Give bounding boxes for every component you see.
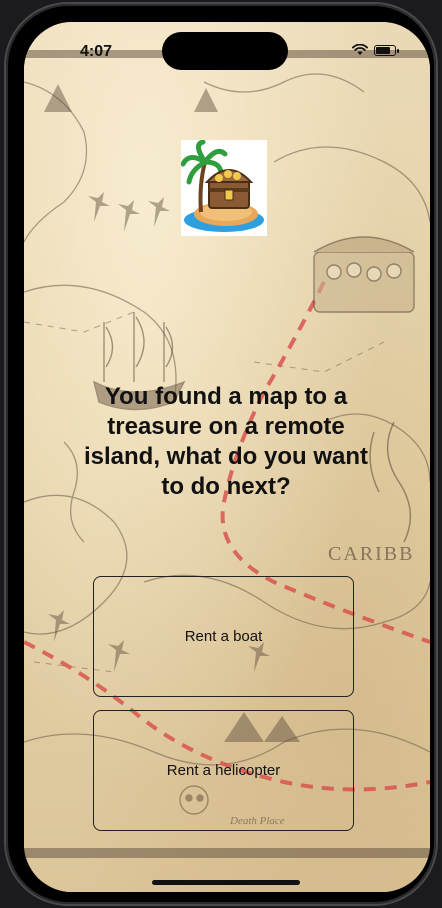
map-label-caribbean: CARIBB [328, 543, 414, 565]
story-text: You found a map to a treasure on a remot… [83, 383, 368, 500]
device-background: CARIBB Death Place 4:07 You found a map … [0, 0, 442, 908]
choice-2-label: Rent a helicopter [166, 762, 281, 779]
choice-1-label: Rent a boat [184, 628, 263, 645]
status-time: 4:07 [80, 43, 113, 60]
choice-1-button[interactable]: Rent a boat [93, 576, 354, 697]
choice-2-button[interactable]: Rent a helicopter [93, 710, 354, 831]
status-bar: 4:07 [24, 22, 430, 76]
battery-level-fill [376, 46, 391, 54]
treasure-island-logo [180, 139, 267, 236]
dynamic-island [162, 32, 288, 70]
treasure-island-icon [180, 139, 264, 232]
app-screen: CARIBB Death Place 4:07 You found a map … [24, 22, 430, 892]
wifi-icon [352, 44, 368, 55]
phone-frame: CARIBB Death Place 4:07 You found a map … [6, 4, 436, 904]
battery-icon [374, 44, 399, 56]
home-indicator[interactable] [152, 880, 300, 885]
status-icons [352, 44, 399, 56]
